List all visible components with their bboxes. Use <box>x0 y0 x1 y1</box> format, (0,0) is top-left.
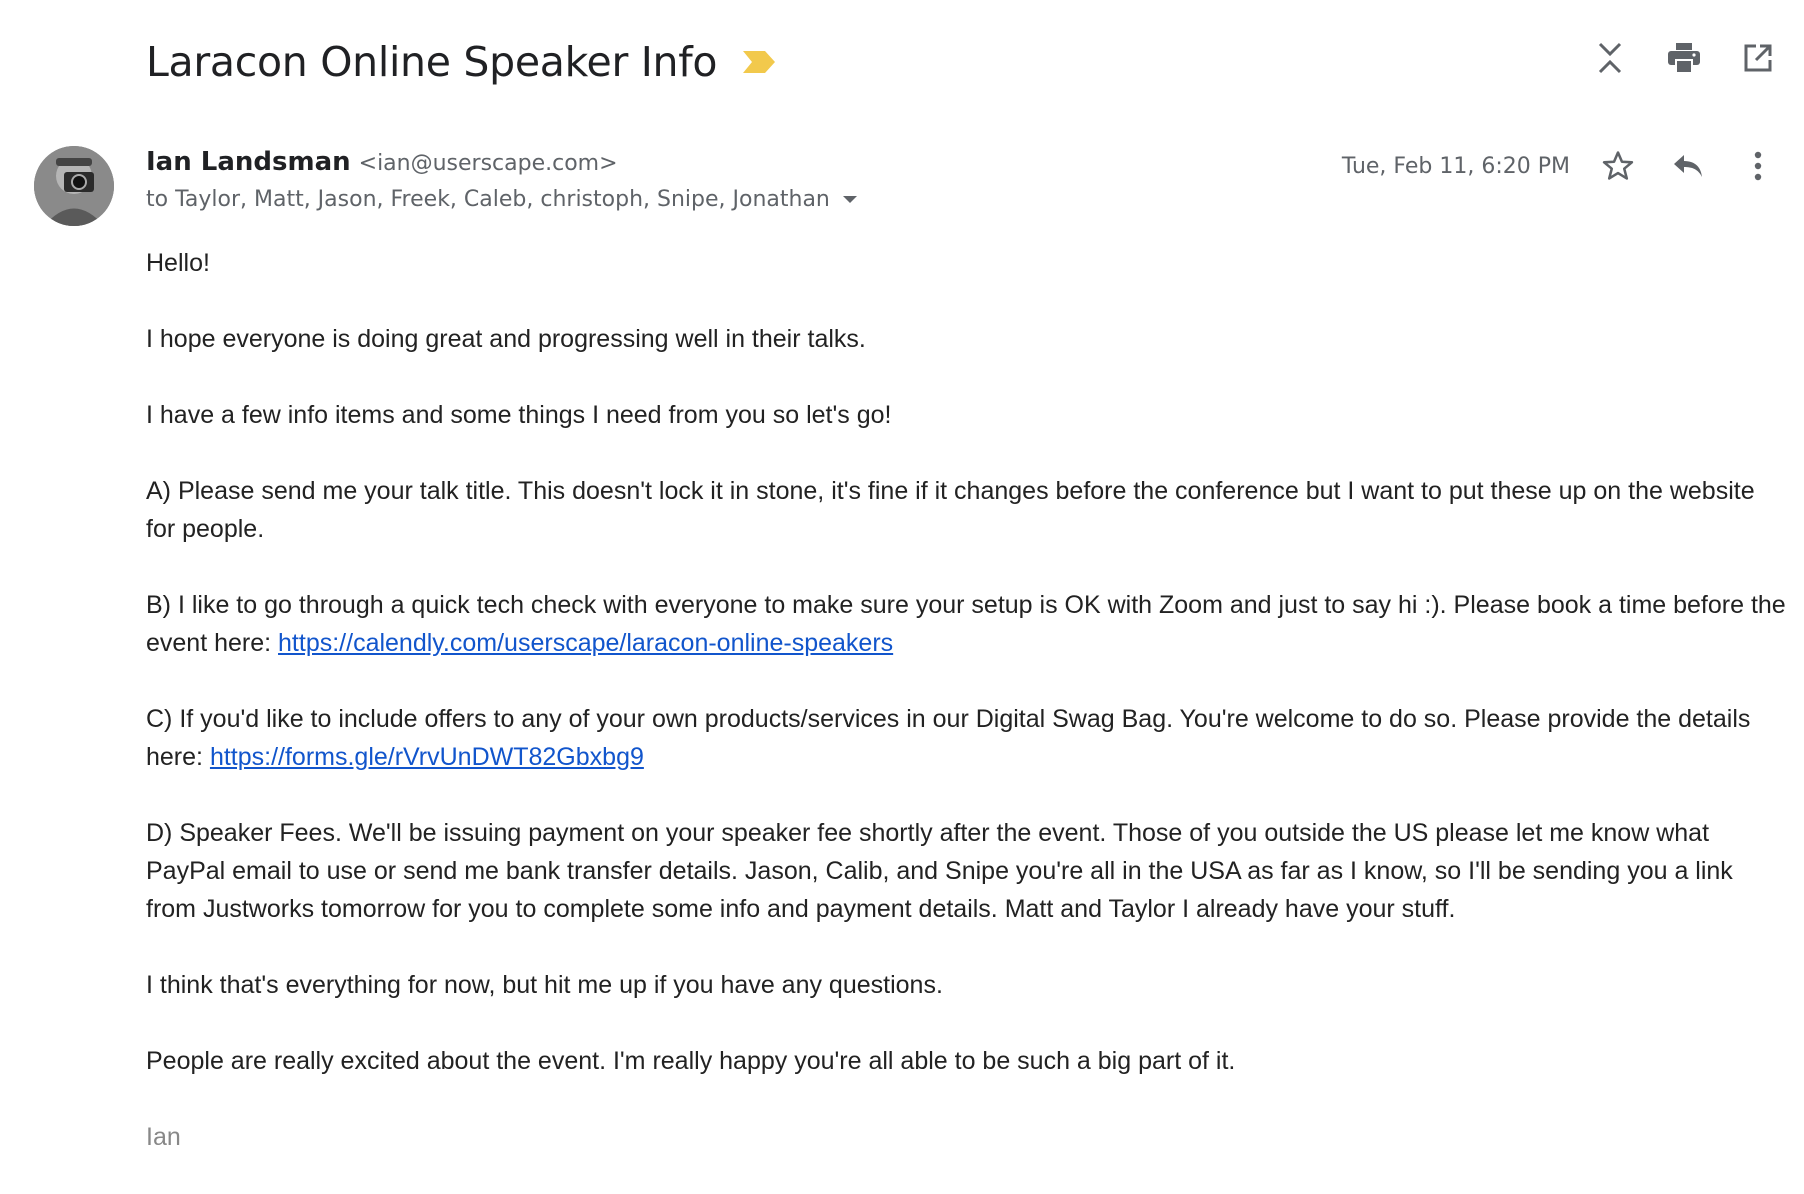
greeting: Hello! <box>146 249 210 277</box>
sender-name[interactable]: Ian Landsman <box>146 147 351 177</box>
important-marker-icon[interactable] <box>743 51 776 73</box>
item-a-paragraph: A) Please send me your talk title. This … <box>146 477 1755 543</box>
sender-email: <ian@userscape.com> <box>358 151 618 176</box>
item-b-paragraph: B) I like to go through a quick tech che… <box>146 586 1786 662</box>
sender-avatar <box>34 146 114 226</box>
star-icon[interactable] <box>1598 146 1638 186</box>
body-paragraph: I hope everyone is doing great and progr… <box>146 325 866 353</box>
signature: Ian <box>146 1123 181 1151</box>
email-header: Laracon Online Speaker Info <box>146 30 776 94</box>
item-d-paragraph: D) Speaker Fees. We'll be issuing paymen… <box>146 819 1733 923</box>
thread-actions <box>1590 38 1778 78</box>
email-subject: Laracon Online Speaker Info <box>146 38 718 86</box>
more-vert-icon[interactable] <box>1738 146 1778 186</box>
item-c-paragraph: C) If you'd like to include offers to an… <box>146 700 1786 776</box>
sender-info: Ian Landsman <ian@userscape.com> to Tayl… <box>146 147 858 212</box>
forms-link[interactable]: https://forms.gle/rVrvUnDWT82Gbxbg9 <box>210 743 644 771</box>
message-actions: Tue, Feb 11, 6:20 PM <box>1342 146 1778 186</box>
recipients-list: to Taylor, Matt, Jason, Freek, Caleb, ch… <box>146 187 830 212</box>
message-date: Tue, Feb 11, 6:20 PM <box>1341 153 1570 179</box>
body-paragraph: I think that's everything for now, but h… <box>146 971 943 999</box>
body-paragraph: People are really excited about the even… <box>146 1047 1236 1075</box>
calendly-link[interactable]: https://calendly.com/userscape/laracon-o… <box>278 629 893 657</box>
collapse-all-icon[interactable] <box>1590 38 1630 78</box>
print-icon[interactable] <box>1664 38 1704 78</box>
dropdown-arrow-icon[interactable] <box>842 195 858 205</box>
email-body: Hello! I hope everyone is doing great an… <box>146 244 1786 1194</box>
body-paragraph: I have a few info items and some things … <box>146 401 892 429</box>
reply-icon[interactable] <box>1668 146 1708 186</box>
open-in-new-window-icon[interactable] <box>1738 38 1778 78</box>
